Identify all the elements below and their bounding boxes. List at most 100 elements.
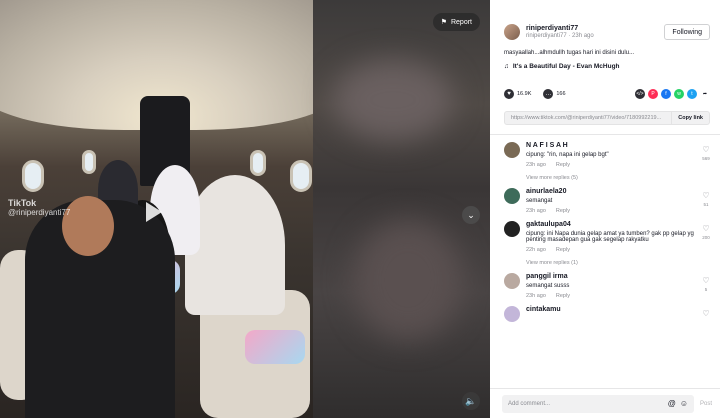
comment-like[interactable]: ♡ 51 <box>700 192 712 208</box>
volume-button[interactable]: 🔈 <box>462 392 480 410</box>
author-avatar[interactable] <box>504 24 520 40</box>
music-note-icon: ♫ <box>504 63 509 70</box>
next-video-button[interactable]: ⌄ <box>462 206 480 224</box>
comment-text: cipung: "rin, napa ini gelap bgt" <box>526 152 609 158</box>
commenter-avatar[interactable] <box>504 221 520 237</box>
view-more-replies[interactable]: View more replies (1) <box>526 260 712 266</box>
tiktok-watermark: TikTok @riniperdiyanti77 <box>8 198 70 218</box>
video-player[interactable]: TikTok @riniperdiyanti77 ⚑ Report ⌄ 🔈 <box>0 0 490 418</box>
reply-button[interactable]: Reply <box>556 208 570 214</box>
comment-body: panggil irma semangat susss 23h ago Reply <box>526 273 712 299</box>
like-stat[interactable]: ♥ 16.9K <box>504 89 531 99</box>
comment-like-count: 51 <box>703 202 709 207</box>
comment-body: ainurlaela20 semangat 23h ago Reply <box>526 188 712 214</box>
comment-time: 23h ago <box>526 293 546 299</box>
watermark-handle: @riniperdiyanti77 <box>8 208 71 217</box>
video-url[interactable]: https://www.tiktok.com/@riniperdiyanti77… <box>511 115 671 121</box>
author-row: riniperdiyanti77 riniperdiyanti77 · 23h … <box>504 24 710 40</box>
music-link[interactable]: ♫ It's a Beautiful Day - Evan McHugh <box>504 63 710 70</box>
comment-like[interactable]: ♡ <box>700 310 712 320</box>
comment-like[interactable]: ♡ 569 <box>700 146 712 162</box>
author-username[interactable]: riniperdiyanti77 <box>526 25 658 32</box>
whatsapp-icon[interactable]: w <box>674 89 684 99</box>
commenter-name[interactable]: gaktaulupa04 <box>526 221 698 228</box>
comment-count: 166 <box>556 91 566 97</box>
comment-item: gaktaulupa04 cipung: ini Napa dunia gelap… <box>504 221 712 253</box>
video-frame[interactable]: TikTok @riniperdiyanti77 <box>0 0 313 418</box>
blur-spot <box>333 60 453 140</box>
comment-input[interactable]: Add comment... @ ☺ <box>502 394 694 413</box>
heart-icon: ♥ <box>504 89 514 99</box>
share-arrow-icon[interactable]: ➦ <box>700 89 710 99</box>
like-count: 16.9K <box>517 91 532 97</box>
share-icons: </> Pf w t ➦ <box>635 89 710 99</box>
reply-button[interactable]: Reply <box>556 162 570 168</box>
heart-outline-icon[interactable]: ♡ <box>700 277 712 285</box>
cabin-window <box>250 150 266 176</box>
comment-like-count: 569 <box>702 156 710 161</box>
comment-like[interactable]: ♡ 5 <box>700 277 712 293</box>
comment-body: gaktaulupa04 cipung: ini Napa dunia gelap… <box>526 221 712 253</box>
tiktok-video-page: TikTok @riniperdiyanti77 ⚑ Report ⌄ 🔈 ri… <box>0 0 720 418</box>
heart-outline-icon[interactable]: ♡ <box>700 225 712 233</box>
commenter-avatar[interactable] <box>504 273 520 289</box>
report-label: Report <box>450 18 472 26</box>
commenter-name[interactable]: ainurlaela20 <box>526 188 698 195</box>
comment-text: cipung: ini Napa dunia gelap amat ya tum… <box>526 231 694 243</box>
commenter-name[interactable]: N A F I S A H <box>526 142 698 149</box>
video-caption: masyaallah...alhmdullh tugas hari ini di… <box>504 50 635 56</box>
mention-icon[interactable]: @ <box>668 399 676 408</box>
comment-meta: 23h ago Reply <box>526 162 698 168</box>
heart-outline-icon[interactable]: ♡ <box>700 146 712 154</box>
following-button[interactable]: Following <box>664 24 710 40</box>
commenter-name[interactable]: panggil irma <box>526 273 698 280</box>
comment-item: panggil irma semangat susss 23h ago Reply ♡ 5 <box>504 273 712 299</box>
heart-outline-icon[interactable]: ♡ <box>700 192 712 200</box>
cabin-window <box>82 150 96 174</box>
comment-time: 23h ago <box>526 208 546 214</box>
comment-meta: 23h ago Reply <box>526 293 698 299</box>
chevron-down-icon: ⌄ <box>467 209 475 220</box>
blur-spot <box>353 220 463 340</box>
details-panel: riniperdiyanti77 riniperdiyanti77 · 23h … <box>490 0 720 418</box>
speaker-icon: 🔈 <box>465 395 477 406</box>
comment-item: ainurlaela20 semangat 23h ago Reply ♡ 51 <box>504 188 712 214</box>
comment-list[interactable]: N A F I S A H cipung: "rin, napa ini gela… <box>490 135 720 388</box>
commenter-avatar[interactable] <box>504 188 520 204</box>
comment-like[interactable]: ♡ 200 <box>700 225 712 241</box>
commenter-avatar[interactable] <box>504 306 520 322</box>
author-meta: riniperdiyanti77 riniperdiyanti77 · 23h … <box>526 25 658 39</box>
emoji-icon[interactable]: ☺ <box>680 399 688 408</box>
heart-outline-icon[interactable]: ♡ <box>700 310 712 318</box>
twitter-icon[interactable]: t <box>687 89 697 99</box>
comment-time: 22h ago <box>526 247 546 253</box>
post-button[interactable]: Post <box>700 401 712 407</box>
comment-item: cintakamu ♡ <box>504 306 712 322</box>
comment-like-count: 200 <box>702 235 710 240</box>
commenter-avatar[interactable] <box>504 142 520 158</box>
reply-button[interactable]: Reply <box>556 293 570 299</box>
view-more-replies[interactable]: View more replies (5) <box>526 175 712 181</box>
stats-row: ♥ 16.9K … 166 </> Pf w t ➦ <box>504 87 710 101</box>
comment-bar: Add comment... @ ☺ Post <box>490 388 720 418</box>
comment-body: cintakamu <box>526 306 712 322</box>
reply-button[interactable]: Reply <box>556 247 570 253</box>
video-info: riniperdiyanti77 riniperdiyanti77 · 23h … <box>490 0 720 125</box>
comment-text: semangat susss <box>526 283 570 289</box>
comment-body: N A F I S A H cipung: "rin, napa ini gela… <box>526 142 712 168</box>
person <box>185 175 285 315</box>
embed-icon[interactable]: </> <box>635 89 645 99</box>
report-button[interactable]: ⚑ Report <box>432 13 480 31</box>
link-box: https://www.tiktok.com/@riniperdiyanti77… <box>504 111 710 125</box>
comment-icon: … <box>543 89 554 99</box>
watermark-brand: TikTok <box>8 198 37 208</box>
comment-placeholder: Add comment... <box>508 400 551 407</box>
play-icon[interactable] <box>146 202 162 222</box>
copy-link-button[interactable]: Copy link <box>671 112 709 124</box>
comment-stat[interactable]: … 166 <box>543 89 566 99</box>
pillow <box>245 330 305 364</box>
facebook-icon[interactable]: f <box>661 89 671 99</box>
author-subline: riniperdiyanti77 · 23h ago <box>526 33 594 39</box>
commenter-name[interactable]: cintakamu <box>526 306 698 313</box>
pinterest-icon[interactable]: P <box>648 89 658 99</box>
